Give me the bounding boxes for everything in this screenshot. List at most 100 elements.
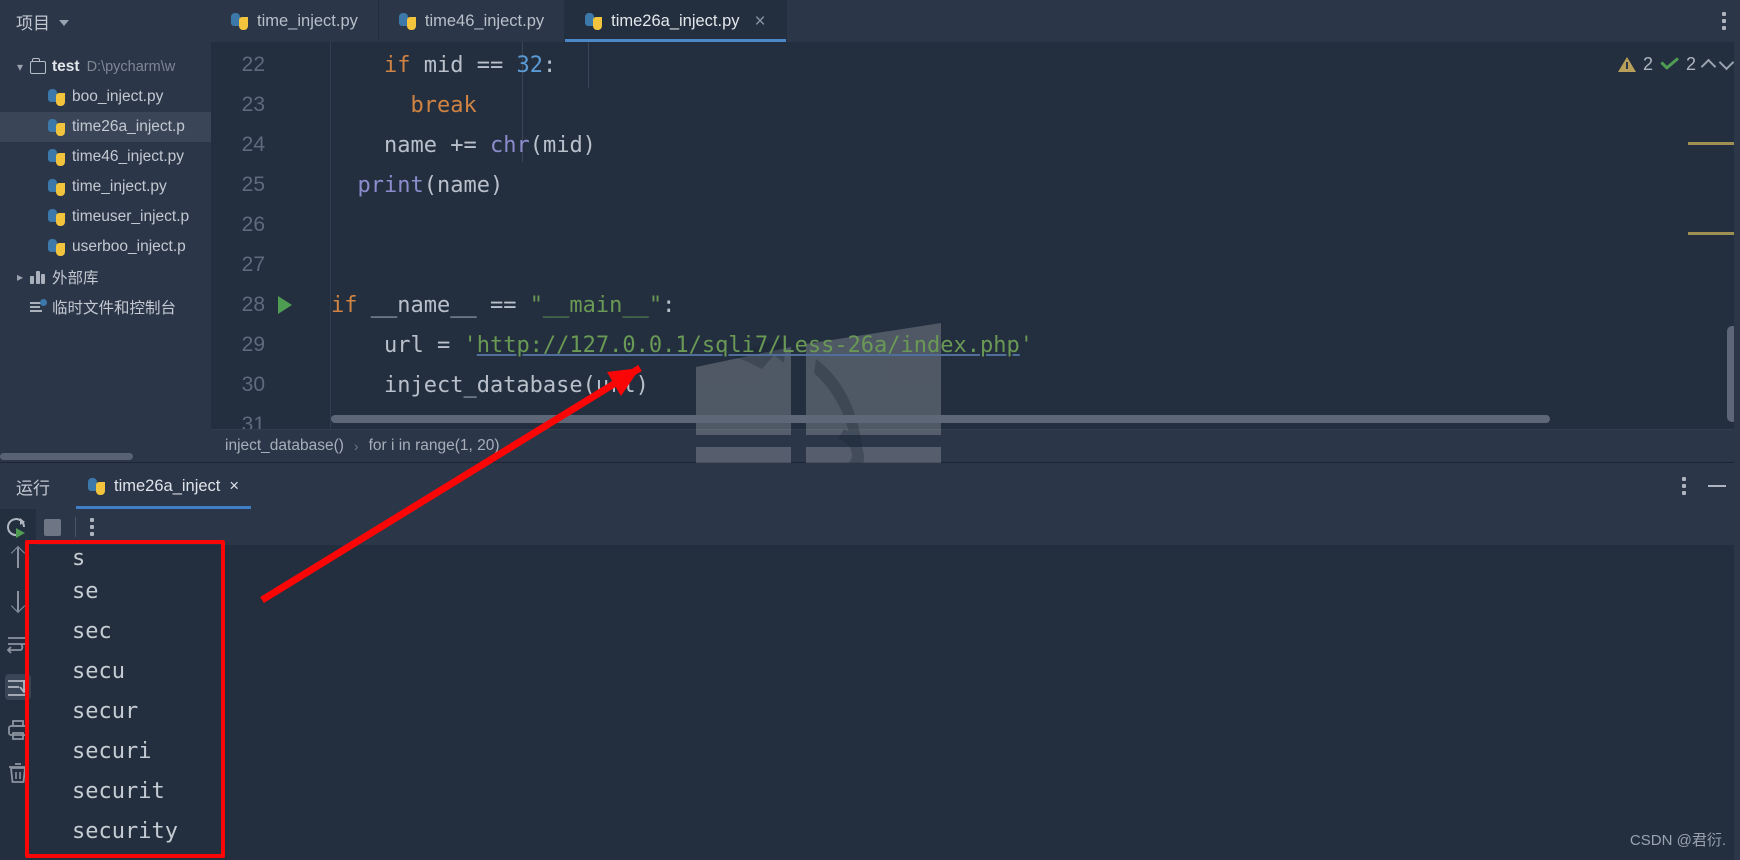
top-row: 项目 time_inject.py time46_inject.py time2… (0, 0, 1740, 42)
run-console-output[interactable]: s se sec secu secur securi securit secur… (36, 509, 1740, 860)
chevron-down-icon[interactable]: ▾ (10, 61, 30, 73)
tree-node-scratches-consoles[interactable]: 临时文件和控制台 (0, 292, 211, 322)
console-output-line: securit (72, 778, 165, 804)
console-output-line: sec (72, 618, 112, 644)
stop-icon[interactable] (44, 518, 61, 536)
code-line-23[interactable]: 23 break (211, 85, 1740, 125)
pycharm-window: 项目 time_inject.py time46_inject.py time2… (0, 0, 1740, 860)
inspection-widget[interactable]: 2 2 (1617, 54, 1735, 75)
breadcrumb: inject_database() › for i in range(1, 20… (211, 429, 1740, 462)
code-editor: 22 if mid == 32 : 23 break 24 name += ch… (211, 42, 1740, 562)
tree-node-label: boo_inject.py (72, 88, 164, 105)
editor-tab-time_inject[interactable]: time_inject.py (211, 0, 379, 42)
chevron-down-icon[interactable] (59, 19, 69, 26)
line-number: 23 (241, 93, 265, 116)
line-number: 31 (241, 413, 265, 429)
tree-node-label: time_inject.py (72, 178, 167, 195)
run-panel-body: s se sec secu secur securi securit secur… (0, 509, 1740, 860)
project-tool-window-header[interactable]: 项目 (0, 0, 211, 42)
code-token-function: print (357, 172, 424, 198)
console-output-line: security (72, 818, 178, 844)
close-icon[interactable]: × (229, 477, 239, 496)
editor-tab-bar: time_inject.py time46_inject.py time26a_… (211, 0, 1740, 42)
code-line-28[interactable]: 28 if __name__ == "__main__" : (211, 285, 1740, 325)
more-options-icon[interactable] (1682, 477, 1686, 495)
scroll-to-end-icon[interactable] (5, 674, 31, 700)
breadcrumb-item-1[interactable]: for i in range(1, 20) (369, 437, 500, 455)
code-text[interactable]: 22 if mid == 32 : 23 break 24 name += ch… (211, 42, 1740, 430)
python-file-icon (48, 118, 65, 136)
tree-node-external-libraries[interactable]: ▸ 外部库 (0, 262, 211, 292)
window-right-edge (1734, 0, 1740, 860)
editor-horizontal-scrollbar[interactable] (331, 415, 1550, 423)
console-output-line: se (72, 578, 99, 604)
code-lines-area[interactable]: 22 if mid == 32 : 23 break 24 name += ch… (211, 42, 1740, 429)
line-number: 26 (241, 213, 265, 236)
code-token-keyword: if (331, 292, 358, 318)
tree-node-test[interactable]: ▾ test D:\pycharm\w (0, 52, 211, 82)
python-file-icon (231, 12, 248, 30)
soft-wrap-icon[interactable] (5, 631, 31, 657)
breadcrumb-item-0[interactable]: inject_database() (225, 437, 344, 455)
line-number: 22 (241, 53, 265, 76)
more-options-icon[interactable] (90, 518, 94, 536)
code-token-function: chr (489, 132, 530, 158)
tree-node-boo_inject[interactable]: boo_inject.py (0, 82, 211, 112)
code-line-24[interactable]: 24 name += chr (mid) (211, 125, 1740, 165)
minimize-icon[interactable] (1708, 485, 1726, 487)
code-token: (mid) (529, 132, 596, 158)
tree-node-time26a_inject[interactable]: time26a_inject.p (0, 112, 211, 142)
code-line-25[interactable]: 25 print (name) (211, 165, 1740, 205)
tree-node-time46_inject[interactable]: time46_inject.py (0, 142, 211, 172)
code-line-29[interactable]: 29 url = ' http://127.0.0.1/sqli7/Less-2… (211, 325, 1740, 365)
code-line-22[interactable]: 22 if mid == 32 : (211, 45, 1740, 85)
tree-node-label: time26a_inject.p (72, 118, 185, 135)
code-token: : (542, 52, 557, 78)
line-number: 29 (241, 333, 265, 356)
close-icon[interactable]: × (755, 12, 766, 31)
code-token: : (662, 292, 676, 318)
scroll-up-icon[interactable] (5, 545, 31, 571)
line-number: 27 (241, 253, 265, 276)
run-tab-time26a_inject[interactable]: time26a_inject × (72, 463, 255, 509)
run-tab-label: time26a_inject (114, 476, 221, 495)
console-output-line: secu (72, 658, 125, 684)
caret-up-icon[interactable] (1700, 58, 1717, 75)
tab-label: time46_inject.py (424, 11, 545, 30)
tree-node-path: D:\pycharm\w (86, 59, 176, 75)
code-token: == (476, 52, 504, 78)
editor-tab-time46_inject[interactable]: time46_inject.py (379, 0, 566, 42)
sidebar-horizontal-scrollbar[interactable] (0, 453, 133, 460)
print-icon[interactable] (5, 717, 31, 743)
tree-node-timeuser_inject[interactable]: timeuser_inject.p (0, 202, 211, 232)
rerun-icon[interactable] (4, 514, 30, 540)
more-options-icon[interactable] (1722, 12, 1726, 30)
python-file-icon (88, 477, 105, 495)
code-line-27[interactable]: 27 (211, 245, 1740, 285)
line-number: 28 (241, 293, 265, 316)
tab-label: time_inject.py (257, 11, 358, 30)
code-token: url = (331, 332, 464, 358)
python-file-icon (48, 148, 65, 166)
project-tree: ▾ test D:\pycharm\w boo_inject.py time26… (0, 42, 211, 462)
warning-triangle-icon (1617, 57, 1636, 72)
chevron-right-icon[interactable]: ▸ (10, 271, 30, 283)
line-number: 30 (241, 373, 265, 396)
url-link[interactable]: http://127.0.0.1/sqli7/Less-26a/index.ph… (477, 333, 1020, 358)
console-output-line: secur (72, 698, 139, 724)
code-line-30[interactable]: 30 inject_database(url) (211, 365, 1740, 405)
editor-tab-time26a_inject[interactable]: time26a_inject.py × (565, 0, 787, 42)
tree-node-userboo_inject[interactable]: userboo_inject.p (0, 232, 211, 262)
code-line-26[interactable]: 26 (211, 205, 1740, 245)
library-icon (30, 270, 46, 284)
gutter-slot (265, 296, 331, 314)
run-line-icon[interactable] (278, 296, 292, 314)
scrollbar-thumb[interactable] (331, 415, 1550, 423)
caret-down-icon[interactable] (1718, 54, 1735, 71)
clear-all-icon[interactable] (5, 760, 31, 786)
console-output-line: s (72, 546, 86, 571)
scroll-down-icon[interactable] (5, 588, 31, 614)
tree-node-time_inject[interactable]: time_inject.py (0, 172, 211, 202)
run-side-toolbar (0, 509, 36, 860)
code-token-string: "__main__" (529, 292, 663, 318)
